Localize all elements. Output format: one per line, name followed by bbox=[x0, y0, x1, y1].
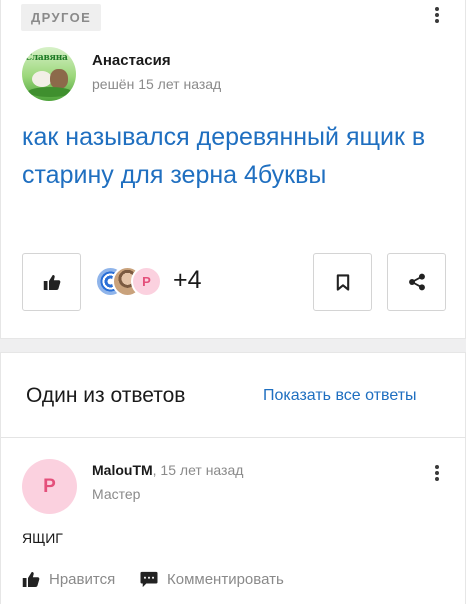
share-icon bbox=[408, 273, 425, 291]
question-title: как назывался деревянный ящик в старину … bbox=[22, 123, 426, 189]
share-button[interactable] bbox=[387, 253, 446, 311]
answer-author-rank: Мастер bbox=[92, 486, 141, 502]
like-label: Нравится bbox=[49, 570, 116, 588]
comment-label: Комментировать bbox=[167, 570, 284, 588]
avatar[interactable]: P bbox=[22, 459, 77, 514]
thumbs-up-icon bbox=[22, 571, 40, 587]
answer-time: , 15 лет назад bbox=[152, 462, 244, 478]
answer-author-nick[interactable]: MalouTM bbox=[92, 462, 153, 478]
avatar-logo-text: Славяна bbox=[25, 53, 68, 63]
divider bbox=[1, 437, 466, 438]
likers-more-count[interactable]: +4 bbox=[173, 266, 202, 295]
question-card: ДРУГОЕ Славяна Анастасия решён 15 лет на… bbox=[0, 0, 466, 339]
answer-text: ЯЩИГ bbox=[22, 530, 63, 546]
answer-like-button[interactable]: Нравится bbox=[22, 569, 115, 589]
bookmark-icon bbox=[336, 273, 349, 291]
show-all-answers-link[interactable]: Показать все ответы bbox=[263, 387, 417, 405]
more-vertical-icon[interactable] bbox=[427, 462, 447, 484]
avatar[interactable]: Славяна bbox=[22, 47, 76, 101]
answers-card: Один из ответов Показать все ответы P Ma… bbox=[0, 352, 466, 604]
question-status: решён 15 лет назад bbox=[92, 76, 222, 92]
bookmark-button[interactable] bbox=[313, 253, 372, 311]
answers-heading: Один из ответов bbox=[26, 384, 186, 407]
category-badge[interactable]: ДРУГОЕ bbox=[21, 4, 102, 31]
author-name[interactable]: Анастасия bbox=[92, 52, 171, 69]
answer-comment-button[interactable]: Комментировать bbox=[140, 569, 284, 589]
comment-icon bbox=[140, 571, 158, 587]
more-vertical-icon[interactable] bbox=[427, 4, 447, 26]
answer-author: MalouTM, 15 лет назад bbox=[92, 462, 243, 478]
liker-avatar: P bbox=[131, 266, 162, 297]
thumbs-up-icon bbox=[43, 274, 60, 290]
likers-avatars[interactable]: P bbox=[95, 266, 165, 298]
like-button[interactable] bbox=[22, 253, 81, 311]
